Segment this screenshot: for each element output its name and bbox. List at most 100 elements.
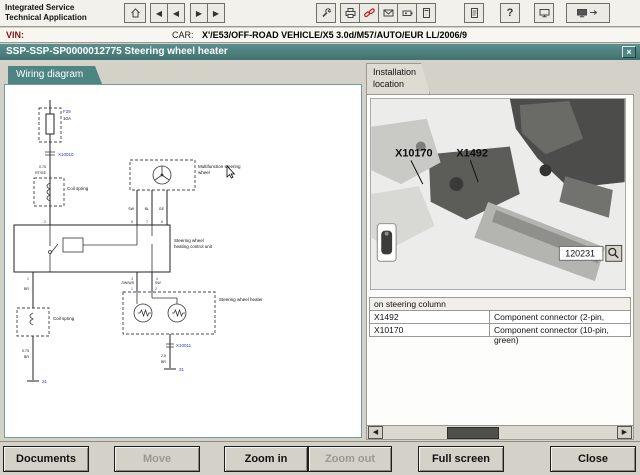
wiring-diagram: F29 10A X10010 0.75 RT/GE Coil spring Mu… (5, 85, 361, 437)
full-screen-button[interactable]: Full screen (418, 446, 504, 472)
coil-spring-bottom-box (17, 308, 49, 336)
installation-photo-image: X10170 X1492 120231 (371, 99, 625, 289)
horizontal-scrollbar[interactable]: ◀ ▶ (367, 425, 633, 439)
heater-pin-2: 2 (155, 287, 157, 291)
scroll-left-icon: ◀ (373, 429, 378, 436)
wire-color-bottom: BR (24, 355, 29, 359)
link-button[interactable] (359, 3, 379, 23)
control-unit-label-1: Steering wheel (174, 238, 204, 243)
forward-alt-icon: ▶ (213, 9, 219, 18)
forward-alt-button[interactable]: ▶ (207, 3, 225, 23)
fuse-rating-label: 10A (63, 116, 71, 121)
scroll-left-button[interactable]: ◀ (368, 426, 383, 439)
zoom-in-button[interactable]: Zoom in (224, 446, 308, 472)
scrollbar-thumb[interactable] (447, 427, 499, 439)
document-title-bar: SSP-SSP-SP0000012775 Steering wheel heat… (0, 44, 640, 60)
coil-spring-top-box (34, 178, 64, 206)
wire-swws-label: SW/WS (121, 281, 134, 285)
pin-6: 6 (161, 220, 163, 224)
back-button[interactable]: ◀ (150, 3, 168, 23)
tab-installation-label-1: Installation (373, 67, 429, 79)
vin-label: VIN: (6, 30, 24, 40)
home-icon (129, 7, 142, 19)
forward-icon: ▶ (196, 9, 202, 18)
connector-top-label[interactable]: X10010 (58, 152, 74, 157)
close-document-button[interactable]: × (622, 46, 636, 58)
car-label: CAR: (172, 30, 194, 40)
pin-1: 1 (27, 277, 29, 281)
installation-photo: X10170 X1492 120231 (370, 98, 626, 290)
pin-8: 8 (131, 220, 133, 224)
photo-label-x10170: X10170 (395, 147, 433, 159)
wire-color-heater: BR (161, 360, 166, 364)
connector-description: Component connector (2-pin, bordeaux) (490, 311, 630, 323)
heater-pin-1: 1 (131, 287, 133, 291)
location-table-row[interactable]: X10170 Component connector (10-pin, gree… (369, 324, 631, 337)
mail-icon (382, 7, 395, 19)
screen-switch-button[interactable] (566, 3, 610, 23)
vehicle-info-bar: VIN: CAR: X'/E53/OFF-ROAD VEHICLE/X5 3.0… (0, 28, 640, 43)
mfl-label-1: Multifunction steering (198, 164, 241, 169)
wire-ge-label: GE (159, 207, 165, 211)
close-icon: × (626, 47, 631, 57)
car-value: X'/E53/OFF-ROAD VEHICLE/X5 3.0d/M57/AUTO… (202, 30, 467, 40)
heater-label: Steering wheel heater (219, 297, 263, 302)
tab-installation-label-2: location (373, 79, 429, 91)
fuse-name-label[interactable]: F29 (63, 109, 71, 114)
back-icon: ◀ (156, 9, 162, 18)
connector-code: X1492 (370, 311, 490, 323)
wiring-diagram-panel: F29 10A X10010 0.75 RT/GE Coil spring Mu… (4, 84, 362, 438)
screen-switch-icon (575, 7, 601, 19)
help-button[interactable]: ? (500, 3, 520, 23)
wire-br-label: BR (24, 287, 29, 291)
terminal-31-right[interactable]: 31 (179, 367, 185, 372)
wire-sw2-label: SW (155, 281, 161, 285)
footer-button-bar: Documents Move Zoom in Zoom out Full scr… (0, 441, 640, 475)
tab-wiring-diagram[interactable]: Wiring diagram (8, 66, 102, 84)
printer-icon (344, 7, 357, 19)
document-icon (468, 7, 481, 19)
magnifier-button[interactable] (606, 245, 622, 261)
wire-gauge-bottom: 0.75 (22, 349, 29, 353)
control-unit-label-2: heating control unit (174, 244, 213, 249)
home-button[interactable] (124, 3, 146, 23)
top-toolbar: Integrated Service Technical Application… (0, 0, 640, 27)
monitor-button[interactable] (534, 3, 554, 23)
mfl-label-2: wheel (198, 170, 210, 175)
connector-description: Component connector (10-pin, green) (490, 324, 630, 336)
back-alt-button[interactable]: ◀ (167, 3, 185, 23)
connector-code: X10170 (370, 324, 490, 336)
help-icon: ? (507, 7, 514, 19)
calculator-button[interactable] (416, 3, 436, 23)
tab-installation-location[interactable]: Installation location (366, 63, 430, 94)
wire-sw-label: SW (128, 207, 134, 211)
app-title-line2: Technical Application (5, 13, 87, 23)
document-button[interactable] (464, 3, 484, 23)
close-button[interactable]: Close (550, 446, 636, 472)
move-button[interactable]: Move (114, 446, 200, 472)
zoom-out-button[interactable]: Zoom out (308, 446, 392, 472)
forward-button[interactable]: ▶ (190, 3, 208, 23)
image-number-box: 120231 (559, 246, 603, 260)
app-window: Integrated Service Technical Application… (0, 0, 640, 475)
back-alt-icon: ◀ (173, 9, 179, 18)
tools-button[interactable] (316, 3, 336, 23)
location-table-row[interactable]: X1492 Component connector (2-pin, bordea… (369, 311, 631, 324)
scroll-right-button[interactable]: ▶ (617, 426, 632, 439)
print-button[interactable] (340, 3, 360, 23)
wire-gauge-heater: 2.5 (161, 354, 166, 358)
scroll-right-icon: ▶ (622, 429, 627, 436)
link-icon (363, 7, 376, 19)
coil-spring-bottom-label: Coil spring (53, 316, 75, 321)
photo-label-x1492: X1492 (456, 147, 487, 159)
coil-spring-top-label: Coil spring (67, 186, 89, 191)
fuse-symbol (46, 114, 54, 134)
documents-button[interactable]: Documents (3, 446, 89, 472)
connector-bottom-label[interactable]: X10011 (176, 343, 192, 348)
terminal-31-left[interactable]: 31 (42, 379, 48, 384)
installation-location-panel: X10170 X1492 120231 (366, 94, 634, 440)
pin-7: 7 (146, 220, 148, 224)
mail-button[interactable] (378, 3, 398, 23)
control-unit-box (14, 225, 170, 272)
battery-button[interactable] (397, 3, 417, 23)
